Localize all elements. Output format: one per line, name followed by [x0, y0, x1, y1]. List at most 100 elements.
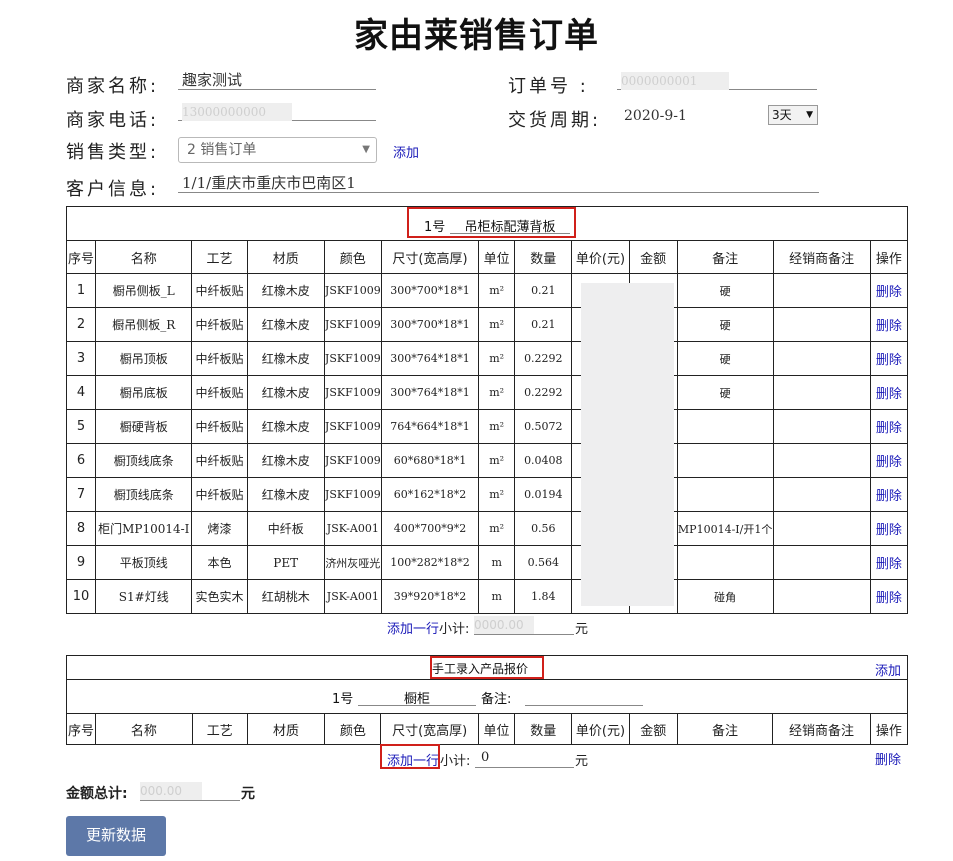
dealer-remark: [772, 443, 871, 478]
column-header: 经销商备注: [772, 240, 871, 274]
section2-delete-link[interactable]: 删除: [875, 749, 901, 768]
dimensions: 300*700*18*1: [380, 307, 480, 342]
customer-info-field[interactable]: 1/1/重庆市重庆市巴南区1: [178, 173, 819, 193]
row-index: 1: [65, 273, 97, 308]
remark: 硬: [676, 341, 774, 376]
merchant-name-field[interactable]: 趣家测试: [178, 70, 376, 90]
column-header: 材质: [246, 713, 326, 745]
unit: m²: [478, 443, 516, 478]
order-number-value: 0000000001: [621, 72, 729, 90]
column-header: 操作: [869, 240, 909, 274]
column-header: 序号: [65, 240, 97, 274]
craft: 中纤板贴: [191, 273, 248, 308]
column-header: 工艺: [191, 713, 248, 745]
color: JSKF1009: [323, 443, 382, 478]
delete-link[interactable]: 删除: [869, 409, 909, 444]
section1-unit: 元: [575, 622, 589, 637]
column-header: 备注: [676, 713, 774, 745]
table-row: 9 平板顶线 本色 PET 济州灰哑光 100*282*18*2 m 0.564 删除: [65, 545, 909, 580]
remark: 硬: [676, 307, 774, 342]
column-header: 名称: [95, 713, 193, 745]
material: 红橡木皮: [246, 477, 325, 512]
row-index: 3: [65, 341, 97, 376]
dimensions: 300*764*18*1: [380, 341, 480, 376]
item-name: 橱吊顶板: [95, 341, 193, 376]
quantity: 0.5072: [514, 409, 573, 444]
table-row: 3 橱吊顶板 中纤板贴 红橡木皮 JSKF1009 300*764*18*1 m² 0.229…: [65, 341, 909, 376]
section1-subtotal-field[interactable]: 0000.00: [474, 614, 574, 635]
section1-add-row-link[interactable]: 添加一行: [387, 618, 439, 637]
update-data-button[interactable]: 更新数据: [66, 816, 166, 856]
dimensions: 764*664*18*1: [380, 409, 480, 444]
delete-link[interactable]: 删除: [869, 375, 909, 410]
sale-type-select[interactable]: 2 销售订单 ▼: [178, 137, 377, 163]
order-number-field[interactable]: 0000000001: [617, 70, 817, 90]
table-row: 4 橱吊底板 中纤板贴 红橡木皮 JSKF1009 300*764*18*1 m² 0.229…: [65, 375, 909, 410]
item-name: 平板顶线: [95, 545, 193, 580]
section2-remark-field[interactable]: [525, 688, 643, 706]
delete-link[interactable]: 删除: [869, 443, 909, 478]
table-row: 6 橱顶线底条 中纤板贴 红橡木皮 JSKF1009 60*680*18*1 m² 0.040…: [65, 443, 909, 478]
table-row: 1 橱吊侧板_L 中纤板贴 红橡木皮 JSKF1009 300*700*18*1 m² 0.2…: [65, 273, 909, 308]
merchant-phone-label: 商家电话:: [66, 110, 160, 131]
unit: m: [478, 545, 516, 580]
section2-add-link[interactable]: 添加: [875, 660, 901, 679]
column-header: 颜色: [324, 713, 382, 745]
table-row: 5 橱硬背板 中纤板贴 红橡木皮 JSKF1009 764*664*18*1 m² 0.507…: [65, 409, 909, 444]
quantity: 0.21: [514, 273, 573, 308]
delete-link[interactable]: 删除: [869, 477, 909, 512]
section2-subtotal-field[interactable]: 0: [475, 748, 574, 768]
column-header: 工艺: [191, 240, 248, 274]
color: JSKF1009: [323, 307, 382, 342]
delivery-period-select[interactable]: 3天 ▼: [768, 105, 818, 125]
color: JSKF1009: [323, 409, 382, 444]
dealer-remark: [772, 341, 871, 376]
section2-subtotal-label: 小计:: [440, 754, 471, 769]
delete-link[interactable]: 删除: [869, 511, 909, 546]
merchant-name-label: 商家名称:: [66, 76, 160, 97]
unit: m²: [478, 307, 516, 342]
craft: 实色实木: [191, 579, 248, 614]
column-header: 颜色: [323, 240, 382, 274]
unit: m²: [478, 341, 516, 376]
remark: [676, 443, 774, 478]
highlight-box: [407, 207, 576, 238]
material: 红橡木皮: [246, 307, 325, 342]
unit: m²: [478, 511, 516, 546]
quantity: 0.21: [514, 307, 573, 342]
add-sale-type-link[interactable]: 添加: [393, 142, 419, 161]
dimensions: 39*920*18*2: [380, 579, 480, 614]
unit: m²: [478, 375, 516, 410]
row-index: 9: [65, 545, 97, 580]
chevron-down-icon: ▼: [362, 144, 370, 155]
delete-link[interactable]: 删除: [869, 341, 909, 376]
material: 红橡木皮: [246, 443, 325, 478]
highlight-box: [430, 656, 544, 679]
delete-link[interactable]: 删除: [869, 545, 909, 580]
craft: 中纤板贴: [191, 443, 248, 478]
section1-subtotal-label: 小计:: [439, 622, 470, 637]
delete-link[interactable]: 删除: [869, 307, 909, 342]
dimensions: 300*764*18*1: [380, 375, 480, 410]
item-name: S1#灯线: [95, 579, 193, 614]
remark: 硬: [676, 375, 774, 410]
delete-link[interactable]: 删除: [869, 579, 909, 614]
color: 济州灰哑光: [323, 545, 382, 580]
quantity: 0.564: [514, 545, 573, 580]
delete-link[interactable]: 删除: [869, 273, 909, 308]
item-name: 橱顶线底条: [95, 443, 193, 478]
column-header: 单位: [477, 713, 516, 745]
unit: m²: [478, 273, 516, 308]
remark: [676, 545, 774, 580]
dealer-remark: [772, 545, 871, 580]
column-header: 金额: [628, 713, 678, 745]
dealer-remark: [772, 375, 871, 410]
merchant-phone-field[interactable]: 13000000000: [178, 101, 376, 121]
delivery-date[interactable]: 2020-9-1: [624, 108, 687, 124]
order-number-label: 订单号 :: [508, 76, 589, 97]
item-name: 柜门MP10014-I: [95, 511, 193, 546]
dimensions: 100*282*18*2: [380, 545, 480, 580]
craft: 中纤板贴: [191, 341, 248, 376]
column-header: 名称: [95, 240, 193, 274]
section2-name-field[interactable]: 橱柜: [358, 688, 476, 707]
